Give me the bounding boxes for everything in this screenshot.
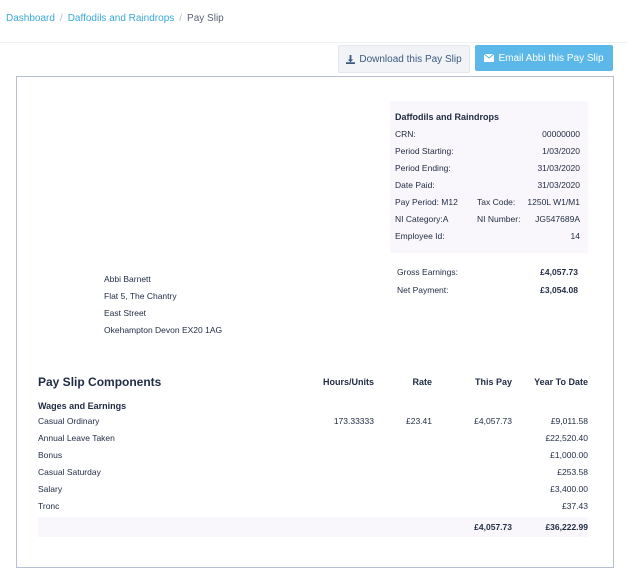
ni-number-value: JG547689A bbox=[535, 214, 580, 224]
row-ytd: £253.58 bbox=[557, 467, 588, 477]
breadcrumb-company-link[interactable]: Daffodils and Raindrops bbox=[68, 13, 175, 24]
tax-code-label: Tax Code: bbox=[477, 197, 516, 207]
gross-earnings-label: Gross Earnings: bbox=[397, 267, 458, 277]
download-payslip-label: Download this Pay Slip bbox=[359, 53, 462, 65]
row-name: Tronc bbox=[38, 501, 60, 511]
table-row: Bonus £1,000.00 bbox=[38, 447, 588, 464]
pay-period: Pay Period: M12 bbox=[395, 197, 458, 207]
net-payment-label: Net Payment: bbox=[397, 285, 449, 295]
table-row: Salary £3,400.00 bbox=[38, 481, 588, 498]
employee-name: Abbi Barnett bbox=[104, 274, 151, 284]
date-paid-value: 31/03/2020 bbox=[537, 180, 580, 190]
row-name: Casual Ordinary bbox=[38, 416, 100, 426]
download-icon bbox=[346, 54, 356, 64]
row-ytd: £1,000.00 bbox=[550, 450, 588, 460]
row-ytd: £37.43 bbox=[562, 501, 588, 511]
breadcrumb: Dashboard / Daffodils and Raindrops / Pay Sl… bbox=[6, 13, 224, 24]
table-row: Annual Leave Taken £22,520.40 bbox=[38, 430, 588, 447]
table-row: Casual Saturday £253.58 bbox=[38, 464, 588, 481]
components-header-row: Pay Slip Components Hours/Units Rate Thi… bbox=[38, 373, 588, 391]
breadcrumb-separator: / bbox=[179, 13, 183, 24]
payslip-card: Daffodils and Raindrops CRN: 00000000 Per… bbox=[16, 76, 614, 568]
period-start-label: Period Starting: bbox=[395, 146, 454, 156]
period-end-label: Period Ending: bbox=[395, 163, 451, 173]
employee-address: Abbi Barnett Flat 5, The Chantry East St… bbox=[104, 271, 222, 339]
row-this-pay: £4,057.73 bbox=[474, 416, 512, 426]
employee-id-value: 14 bbox=[570, 231, 580, 241]
ni-number-label: NI Number: bbox=[477, 214, 521, 224]
breadcrumb-separator: / bbox=[59, 13, 63, 24]
download-payslip-button[interactable]: Download this Pay Slip bbox=[338, 45, 470, 73]
envelope-icon bbox=[484, 54, 495, 62]
this-pay-header: This Pay bbox=[474, 377, 512, 387]
address-line: Okehampton Devon EX20 1AG bbox=[104, 325, 223, 335]
total-this-pay: £4,057.73 bbox=[474, 522, 512, 532]
employer-info-panel: Daffodils and Raindrops CRN: 00000000 Per… bbox=[390, 101, 588, 253]
employee-id-label: Employee Id: bbox=[395, 231, 445, 241]
hours-header: Hours/Units bbox=[322, 377, 374, 387]
row-ytd: £9,011.58 bbox=[550, 416, 588, 426]
section-heading: Wages and Earnings bbox=[38, 401, 127, 411]
period-start-value: 1/03/2020 bbox=[542, 146, 580, 156]
net-payment-value: £3,054.08 bbox=[540, 285, 578, 295]
email-payslip-label: Email Abbi this Pay Slip bbox=[498, 52, 604, 64]
breadcrumb-dashboard-link[interactable]: Dashboard bbox=[6, 13, 55, 24]
row-rate: £23.41 bbox=[406, 416, 432, 426]
row-ytd: £22,520.40 bbox=[545, 433, 588, 443]
gross-earnings-value: £4,057.73 bbox=[540, 267, 578, 277]
tax-code-value: 1250L W1/M1 bbox=[527, 197, 580, 207]
table-row: Casual Ordinary 173.33333 £23.41 £4,057.… bbox=[38, 413, 588, 430]
crn-label: CRN: bbox=[395, 129, 416, 139]
row-name: Salary bbox=[38, 484, 63, 494]
row-ytd: £3,400.00 bbox=[550, 484, 588, 494]
totals-panel: Gross Earnings: £4,057.73 Net Payment: £3,… bbox=[390, 263, 588, 299]
address-line: East Street bbox=[104, 308, 147, 318]
crn-value: 00000000 bbox=[542, 129, 580, 139]
ytd-header: Year To Date bbox=[534, 377, 588, 387]
table-row: Tronc £37.43 bbox=[38, 498, 588, 515]
row-name: Casual Saturday bbox=[38, 467, 101, 477]
rate-header: Rate bbox=[412, 377, 432, 387]
components-title: Pay Slip Components bbox=[38, 375, 162, 389]
row-name: Bonus bbox=[38, 450, 63, 460]
ni-category: NI Category:A bbox=[395, 214, 449, 224]
employer-name: Daffodils and Raindrops bbox=[395, 112, 500, 122]
email-payslip-button[interactable]: Email Abbi this Pay Slip bbox=[475, 45, 613, 71]
period-end-value: 31/03/2020 bbox=[537, 163, 580, 173]
row-name: Annual Leave Taken bbox=[38, 433, 115, 443]
total-ytd: £36,222.99 bbox=[545, 522, 588, 532]
components-total-row: £4,057.73 £36,222.99 bbox=[38, 517, 588, 537]
date-paid-label: Date Paid: bbox=[395, 180, 435, 190]
breadcrumb-current: Pay Slip bbox=[187, 13, 224, 24]
row-hours: 173.33333 bbox=[333, 416, 374, 426]
address-line: Flat 5, The Chantry bbox=[104, 291, 177, 301]
header-divider bbox=[0, 42, 627, 43]
payslip-components-table: Pay Slip Components Hours/Units Rate Thi… bbox=[38, 373, 588, 537]
